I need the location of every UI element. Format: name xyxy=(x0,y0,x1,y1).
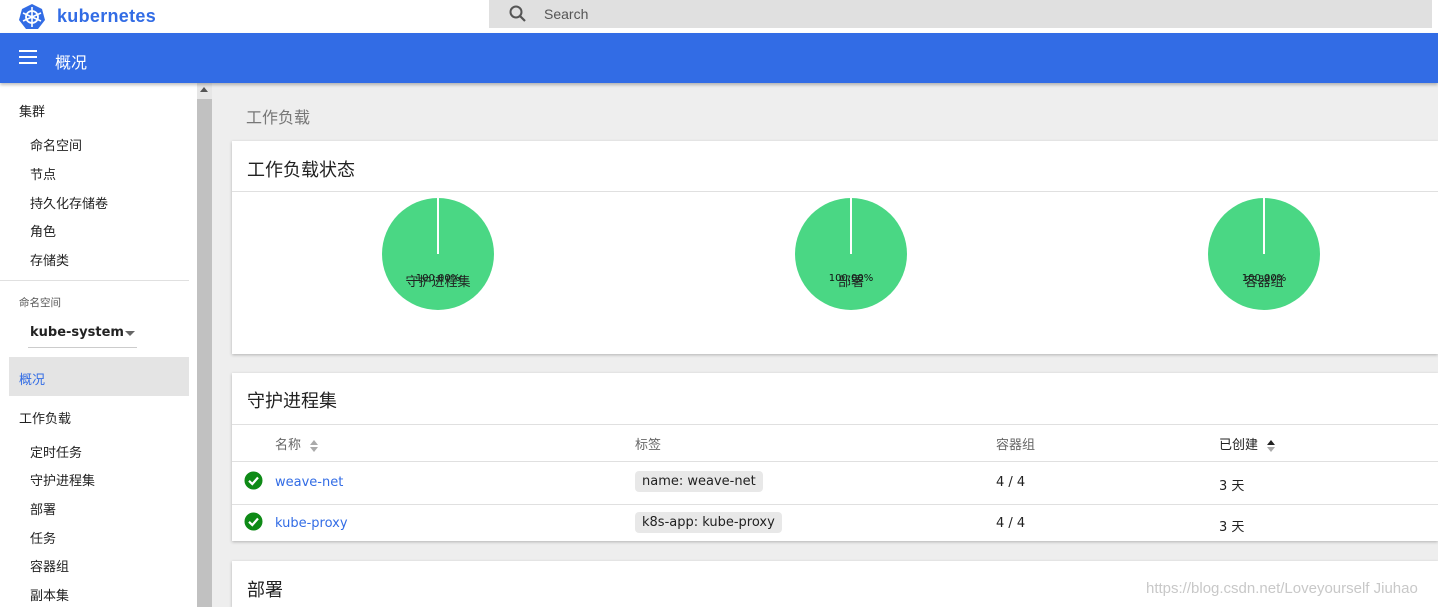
daemonset-name-link[interactable]: weave-net xyxy=(275,475,343,490)
column-header-pods: 容器组 xyxy=(996,438,1036,453)
app-name: kubernetes xyxy=(57,6,157,26)
column-header-name[interactable]: 名称 xyxy=(275,434,319,453)
table-row: weave-net name: weave-net 4 / 4 3 天 xyxy=(232,462,1438,502)
column-header-label: 名称 xyxy=(275,438,302,453)
table-row: kube-proxy k8s-app: kube-proxy 4 / 4 3 天 xyxy=(232,504,1438,544)
kubernetes-logo[interactable]: kubernetes xyxy=(18,0,156,33)
card-title: 部署 xyxy=(247,580,283,601)
pie-chart-deployments: 100.00% xyxy=(795,198,915,310)
sidebar-scrollbar[interactable] xyxy=(197,83,212,607)
sidebar-item-daemonsets[interactable]: 守护进程集 xyxy=(30,470,95,489)
column-header-label: 已创建 xyxy=(1219,438,1259,453)
created-age: 3 天 xyxy=(1219,479,1245,494)
sidebar-item-storage-classes[interactable]: 存储类 xyxy=(30,250,69,269)
menu-icon[interactable] xyxy=(19,50,37,64)
namespace-value: kube-system xyxy=(30,325,124,340)
namespace-label: 命名空间 xyxy=(19,297,61,309)
check-circle-icon xyxy=(244,512,263,531)
chevron-down-icon xyxy=(125,331,135,336)
scrollbar-thumb[interactable] xyxy=(197,99,212,607)
label-chip: name: weave-net xyxy=(635,471,763,492)
check-circle-icon xyxy=(244,471,263,490)
top-bar: kubernetes xyxy=(0,0,1438,33)
search-bar[interactable] xyxy=(489,0,1432,28)
label-chip: k8s-app: kube-proxy xyxy=(635,512,782,533)
breadcrumb: 工作负载 xyxy=(246,108,311,127)
sidebar-item-overview[interactable]: 概况 xyxy=(9,357,189,396)
sidebar-item-deployments[interactable]: 部署 xyxy=(30,499,56,518)
sidebar-item-cronjobs[interactable]: 定时任务 xyxy=(30,442,82,461)
app-header: 概况 xyxy=(0,33,1438,83)
sidebar-item-nodes[interactable]: 节点 xyxy=(30,164,56,183)
sidebar-item-roles[interactable]: 角色 xyxy=(30,221,56,240)
sidebar: 集群 命名空间 节点 持久化存储卷 角色 存储类 命名空间 kube-syste… xyxy=(0,83,197,607)
scroll-up-icon[interactable] xyxy=(200,87,208,92)
card-title: 守护进程集 xyxy=(247,391,337,412)
sort-icon[interactable] xyxy=(1267,439,1276,452)
pie-label: 容器组 xyxy=(1244,275,1284,290)
daemonset-name-link[interactable]: kube-proxy xyxy=(275,516,348,531)
search-input[interactable] xyxy=(544,6,1394,22)
pods-count: 4 / 4 xyxy=(996,516,1026,531)
workload-status-card: 工作负载状态 100.00% 守护进程集 100.00% 部署 100.00% … xyxy=(232,141,1438,354)
watermark: https://blog.csdn.net/Loveyourself Jiuha… xyxy=(1146,580,1418,597)
sidebar-item-pods[interactable]: 容器组 xyxy=(30,556,69,575)
pie-chart-daemonsets: 100.00% xyxy=(382,198,502,310)
sidebar-item-label: 概况 xyxy=(19,373,46,388)
sort-icon[interactable] xyxy=(310,439,319,452)
kubernetes-helm-icon xyxy=(19,3,45,29)
pie-slice xyxy=(382,198,494,310)
pie-slice xyxy=(1208,198,1320,310)
sidebar-heading-cluster[interactable]: 集群 xyxy=(19,101,45,120)
pie-chart-pods: 100.00% xyxy=(1208,198,1328,310)
created-age: 3 天 xyxy=(1219,520,1245,535)
card-title: 工作负载状态 xyxy=(247,160,355,181)
pie-slice xyxy=(795,198,907,310)
pie-label: 守护进程集 xyxy=(405,275,471,290)
sidebar-item-replicasets[interactable]: 副本集 xyxy=(30,585,69,604)
search-icon[interactable] xyxy=(508,4,528,24)
namespace-select[interactable]: kube-system xyxy=(28,318,137,348)
column-header-created[interactable]: 已创建 xyxy=(1219,434,1276,453)
pods-count: 4 / 4 xyxy=(996,475,1026,490)
sidebar-heading-workloads[interactable]: 工作负载 xyxy=(19,408,71,427)
pie-label: 部署 xyxy=(837,275,864,290)
daemonsets-card: 守护进程集 名称 标签 容器组 已创建 weave-net name: weav… xyxy=(232,373,1438,541)
sidebar-item-namespaces[interactable]: 命名空间 xyxy=(30,135,82,154)
sidebar-divider xyxy=(0,280,189,281)
column-header-labels: 标签 xyxy=(635,438,662,453)
page-title: 概况 xyxy=(55,53,88,72)
sidebar-item-jobs[interactable]: 任务 xyxy=(30,528,56,547)
sidebar-item-persistent-volumes[interactable]: 持久化存储卷 xyxy=(30,193,108,212)
